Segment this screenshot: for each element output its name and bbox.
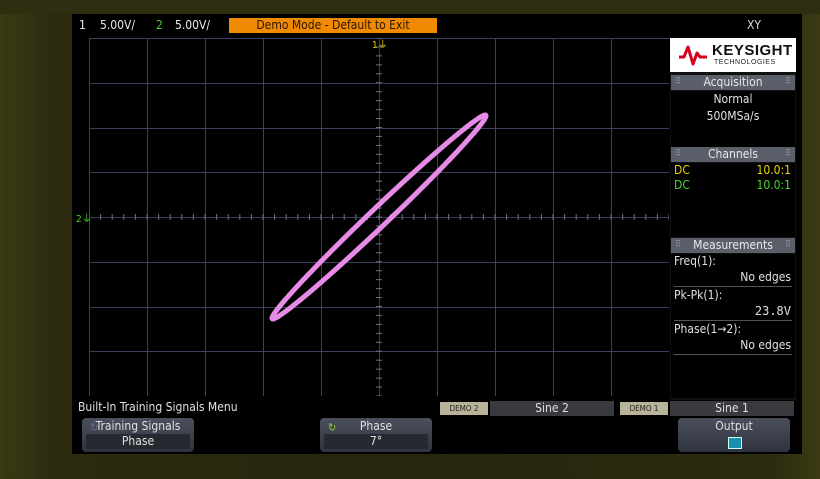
meas-divider — [674, 354, 792, 355]
meas-phase-value: No edges — [740, 338, 791, 352]
brand-sub: TECHNOLOGIES — [714, 59, 776, 66]
scope-screen: 1 5.00V/ 2 5.00V/ Demo Mode - Default to… — [72, 14, 802, 454]
ch2-probe: 10.0:1 — [756, 178, 791, 192]
sample-rate: 500MSa/s — [706, 109, 760, 123]
output-softkey[interactable]: Output — [678, 418, 790, 452]
brand-name: KEYSIGHT — [712, 42, 793, 59]
ch1-probe: 10.0:1 — [756, 163, 791, 177]
ch2-coupling: DC — [674, 178, 690, 192]
meas-divider — [674, 286, 792, 287]
output-label: Output — [715, 419, 753, 433]
ch1-scale[interactable]: 5.00V/ — [100, 18, 135, 32]
demo-mode-banner[interactable]: Demo Mode - Default to Exit — [229, 18, 437, 33]
ch1-coupling: DC — [674, 163, 690, 177]
measurements-header[interactable]: Measurements — [671, 238, 795, 253]
ch2-number[interactable]: 2 — [156, 18, 163, 32]
output-checkbox[interactable] — [728, 437, 742, 449]
channel-row-1: DC 10.0:1 — [671, 163, 795, 178]
bezel-top — [0, 0, 820, 14]
status-bar: 1 5.00V/ 2 5.00V/ Demo Mode - Default to… — [72, 14, 802, 36]
training-signals-softkey[interactable]: ↻ Training Signals Phase — [82, 418, 194, 452]
channels-panel: DC 10.0:1 DC 10.0:1 — [671, 163, 795, 237]
meas-phase-label: Phase(1→2): — [674, 322, 742, 336]
acquisition-panel: Normal 500MSa/s — [671, 91, 795, 147]
meas-pkpk-value: 23.8V — [754, 304, 791, 318]
acquisition-header[interactable]: Acquisition — [671, 75, 795, 90]
ground-arrow-icon: ⏚ — [81, 214, 92, 225]
xy-mode-label: XY — [747, 18, 761, 32]
graticule: 1⏚ 2⏚ — [76, 36, 669, 396]
menu-title: Built-In Training Signals Menu — [78, 400, 238, 414]
acquisition-mode: Normal — [713, 92, 753, 106]
keysight-wave-icon — [679, 45, 707, 66]
side-panel: KEYSIGHT TECHNOLOGIES Acquisition Normal… — [670, 38, 796, 400]
meas-freq-label: Freq(1): — [674, 254, 716, 268]
ch1-ground-marker[interactable]: 1⏚ — [372, 36, 388, 51]
meas-freq-value: No edges — [740, 270, 791, 284]
phase-label: Phase — [359, 419, 393, 433]
meas-divider — [674, 320, 792, 321]
brand-logo: KEYSIGHT TECHNOLOGIES — [670, 38, 796, 72]
ch2-scale[interactable]: 5.00V/ — [175, 18, 210, 32]
ground-arrow-icon: ⏚ — [377, 40, 388, 51]
channel-row-2: DC 10.0:1 — [671, 178, 795, 193]
demo1-tag: DEMO 1 — [620, 402, 668, 415]
training-signals-value: Phase — [86, 434, 190, 449]
ch2-ground-marker[interactable]: 2⏚ — [76, 210, 92, 225]
measurements-panel: Freq(1): No edges Pk-Pk(1): 23.8V Phase(… — [671, 254, 795, 398]
phase-softkey[interactable]: ↻ Phase 7° — [320, 418, 432, 452]
training-signals-label: Training Signals — [95, 419, 181, 433]
demo1-signal: Sine 1 — [670, 401, 794, 416]
ch1-number[interactable]: 1 — [79, 18, 86, 32]
demo2-signal: Sine 2 — [490, 401, 614, 416]
phase-value: 7° — [324, 434, 428, 449]
meas-pkpk-label: Pk-Pk(1): — [674, 288, 723, 302]
channels-header[interactable]: Channels — [671, 147, 795, 162]
xy-display — [89, 38, 669, 396]
demo2-tag: DEMO 2 — [440, 402, 488, 415]
